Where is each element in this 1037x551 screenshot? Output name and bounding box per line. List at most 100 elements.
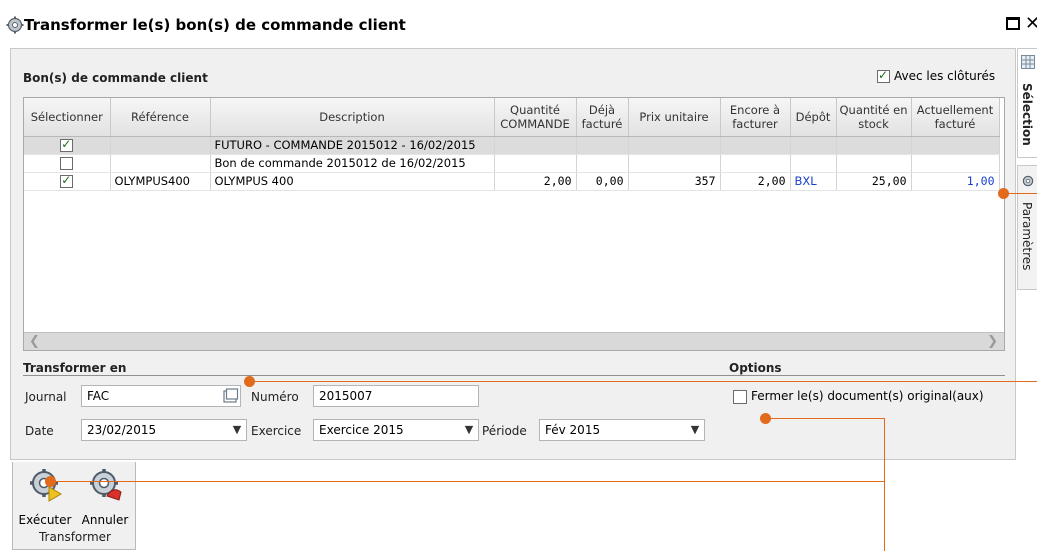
annotation-line [884,418,885,551]
transform-section-title: Transformer en [23,361,127,375]
maximize-button[interactable] [1006,17,1020,30]
col-encore-a-facturer[interactable]: Encore à facturer [720,98,791,137]
options-section-title: Options [729,361,782,375]
cell-prix-unitaire [628,154,721,173]
cell-actuellement-facture[interactable]: 1,00 [911,172,1000,191]
annotation-dot [244,376,255,387]
annotation-line [50,481,884,482]
cell-reference [110,136,211,155]
numero-label: Numéro [251,390,299,404]
window-title: Transformer le(s) bon(s) de commande cli… [24,16,406,34]
annotation-dot [45,476,56,487]
cell-prix-unitaire [628,136,721,155]
fermer-documents-check[interactable] [733,389,747,404]
tab-parametres[interactable]: Paramètres [1017,165,1037,290]
chevron-down-icon[interactable]: ▼ [462,422,476,438]
row-select-checkbox[interactable] [60,137,74,152]
col-depot[interactable]: Dépôt [790,98,837,137]
cell-qty-stock [836,154,912,173]
journal-label: Journal [25,390,67,404]
annotation-dot [760,413,771,424]
col-description[interactable]: Description [210,98,495,137]
close-button[interactable]: ✕ [1025,13,1037,34]
col-deja-facture[interactable]: Déjà facturé [576,98,629,137]
cell-depot [790,154,837,173]
cell-qty-commande [494,154,577,173]
cell-encore-a-facturer: 2,00 [720,172,791,191]
table-row[interactable]: OLYMPUS400 OLYMPUS 400 2,00 0,00 357 2,0… [24,172,1000,191]
annotation-dot [998,188,1009,199]
periode-label: Période [482,424,527,438]
toolbar-group-label: Transformer [38,530,111,544]
execute-button[interactable]: Exécuter [15,464,75,530]
avec-clotures-check[interactable] [877,68,890,83]
gear-icon [6,16,24,34]
col-actuellement-facture[interactable]: Actuellement facturé [911,98,1000,137]
orders-section-title: Bon(s) de commande client [23,71,208,85]
cell-qty-commande: 2,00 [494,172,577,191]
fermer-documents-label: Fermer le(s) document(s) original(aux) [751,389,984,403]
cell-deja-facture [576,136,629,155]
cell-description: OLYMPUS 400 [210,172,495,191]
horizontal-scrollbar[interactable]: ❮ ❯ [24,332,1004,350]
table-row[interactable]: FUTURO - COMMANDE 2015012 - 16/02/2015 [24,136,1000,155]
chevron-down-icon[interactable]: ▼ [230,422,244,438]
date-value: 23/02/2015 [87,423,157,437]
cell-reference: OLYMPUS400 [110,172,211,191]
date-field[interactable]: 23/02/2015 ▼ [81,419,247,441]
scroll-right-icon[interactable]: ❯ [987,334,998,349]
col-quantite-commande[interactable]: Quantité COMMANDE [494,98,577,137]
gear-icon [1022,175,1034,187]
cell-description: Bon de commande 2015012 de 16/02/2015 [210,154,495,173]
scroll-left-icon[interactable]: ❮ [29,334,40,349]
grid-header-row: Sélectionner Référence Description Quant… [24,98,1000,137]
journal-field[interactable]: FAC [81,385,241,407]
annotation-line [249,381,1037,382]
journal-value: FAC [87,389,110,403]
col-selectionner[interactable]: Sélectionner [24,98,111,137]
col-prix-unitaire[interactable]: Prix unitaire [628,98,721,137]
cell-deja-facture: 0,00 [576,172,629,191]
cell-qty-stock [836,136,912,155]
cell-qty-stock: 25,00 [836,172,912,191]
cancel-button[interactable]: Annuler [75,464,135,530]
cell-reference [110,154,211,173]
orders-grid: Sélectionner Référence Description Quant… [23,97,1005,351]
journal-picker-icon[interactable] [223,388,239,404]
cell-actuellement-facture[interactable] [911,136,1000,155]
cell-encore-a-facturer [720,154,791,173]
col-quantite-stock[interactable]: Quantité en stock [836,98,912,137]
col-reference[interactable]: Référence [110,98,211,137]
annotation-line [766,418,884,419]
cell-actuellement-facture[interactable] [911,154,1000,173]
avec-clotures-checkbox[interactable]: Avec les clôturés [877,68,996,83]
tab-parametres-label: Paramètres [1020,202,1034,271]
table-row[interactable]: Bon de commande 2015012 de 16/02/2015 [24,154,1000,173]
tab-selection-label: Sélection [1020,83,1034,146]
row-select-checkbox[interactable] [60,173,74,188]
cell-depot [790,136,837,155]
cell-description: FUTURO - COMMANDE 2015012 - 16/02/2015 [210,136,495,155]
row-select-checkbox[interactable] [60,157,74,170]
window-titlebar: Transformer le(s) bon(s) de commande cli… [0,6,1037,44]
periode-select[interactable]: Fév 2015 ▼ [539,419,705,441]
numero-value: 2015007 [319,389,373,403]
fermer-documents-checkbox[interactable]: Fermer le(s) document(s) original(aux) [733,389,984,404]
numero-field[interactable]: 2015007 [313,385,479,407]
cell-qty-commande [494,136,577,155]
transform-toolbar: Exécuter Annuler Transformer [12,462,136,550]
main-panel: Bon(s) de commande client Avec les clôtu… [10,48,1016,460]
grid-icon [1021,55,1035,69]
date-label: Date [25,424,54,438]
exercice-select[interactable]: Exercice 2015 ▼ [313,419,479,441]
cell-deja-facture [576,154,629,173]
execute-label: Exécuter [18,513,72,527]
chevron-down-icon[interactable]: ▼ [688,422,702,438]
cancel-gear-icon [90,469,122,501]
cancel-label: Annuler [81,513,129,527]
tab-selection[interactable]: Sélection [1017,48,1037,158]
cell-encore-a-facturer [720,136,791,155]
periode-value: Fév 2015 [545,423,601,437]
avec-clotures-label: Avec les clôturés [894,69,996,83]
cell-prix-unitaire: 357 [628,172,721,191]
